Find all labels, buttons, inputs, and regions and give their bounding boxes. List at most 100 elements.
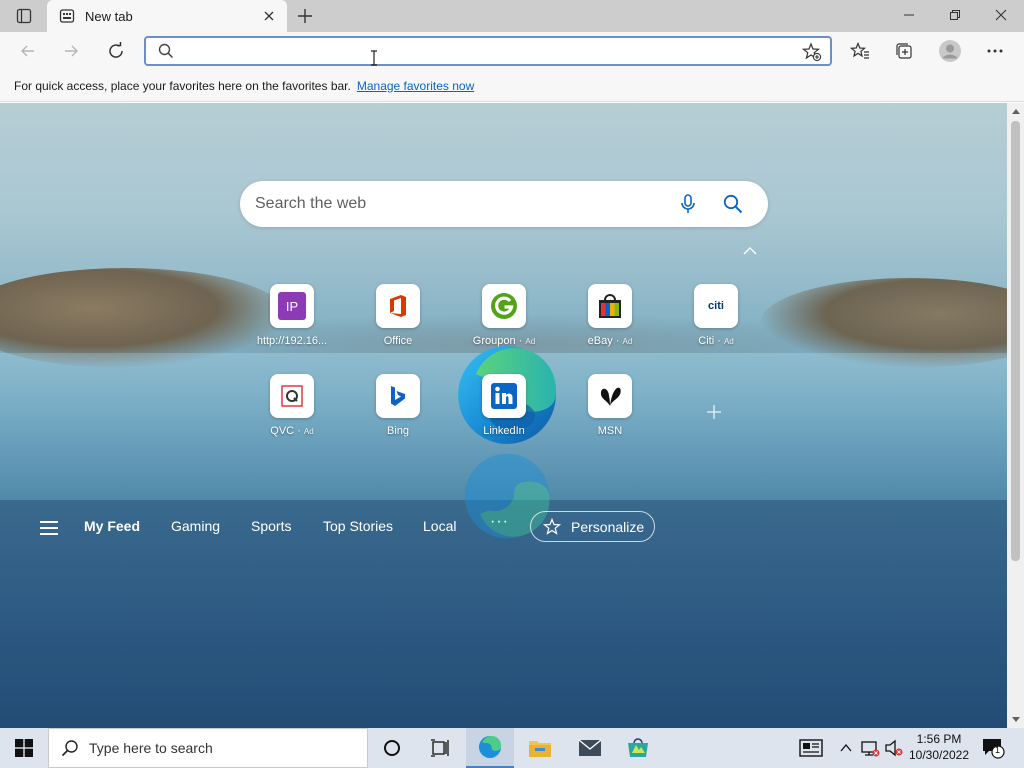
office-icon xyxy=(376,284,420,328)
search-icon xyxy=(723,194,743,214)
taskbar-app-store[interactable] xyxy=(614,728,662,768)
favorites-icon xyxy=(850,41,869,59)
add-quick-link-button[interactable] xyxy=(702,400,726,424)
taskbar-app-file-explorer[interactable] xyxy=(516,728,564,768)
more-horizontal-icon xyxy=(987,49,1003,53)
action-center-button[interactable]: 1 xyxy=(980,736,1006,760)
volume-muted-icon xyxy=(885,739,903,757)
back-button[interactable] xyxy=(13,36,43,66)
title-bar: New tab xyxy=(0,0,1024,32)
address-bar[interactable] xyxy=(144,36,832,66)
volume-button[interactable] xyxy=(884,738,904,758)
close-window-button[interactable] xyxy=(978,0,1024,30)
search-icon xyxy=(158,43,174,59)
personalize-button[interactable]: Personalize xyxy=(530,511,655,542)
tab-actions-button[interactable] xyxy=(10,5,38,27)
address-input[interactable] xyxy=(182,41,782,61)
folder-icon xyxy=(529,741,551,757)
app-icon xyxy=(628,738,648,757)
add-favorite-button[interactable] xyxy=(801,42,822,65)
restore-button[interactable] xyxy=(932,0,978,30)
tray-news-button[interactable] xyxy=(798,738,824,758)
network-status-button[interactable] xyxy=(860,738,880,758)
linkedin-icon xyxy=(482,374,526,418)
menu-button[interactable] xyxy=(40,518,60,538)
arrow-right-icon xyxy=(65,45,78,57)
quick-link-tile[interactable]: Office xyxy=(353,284,443,364)
collapse-quick-links-button[interactable] xyxy=(740,244,760,258)
taskbar-app-mail[interactable] xyxy=(566,728,614,768)
page-scrollbar[interactable] xyxy=(1007,103,1024,728)
quick-link-tile[interactable]: LinkedIn xyxy=(459,374,549,454)
network-icon xyxy=(861,741,880,757)
close-icon xyxy=(995,9,1007,21)
notification-icon xyxy=(983,739,1005,759)
quick-link-tile[interactable]: citi Citi · Ad xyxy=(671,284,761,364)
quick-link-tile[interactable]: IP http://192.16... xyxy=(247,284,337,364)
arrow-down-icon xyxy=(1011,717,1020,722)
quick-link-tile[interactable]: QVC · Ad xyxy=(247,374,337,454)
tab-actions-icon xyxy=(16,8,32,24)
clock-time: 1:56 PM xyxy=(916,732,962,746)
favorites-bar-message: For quick access, place your favorites h… xyxy=(14,78,351,93)
refresh-button[interactable] xyxy=(101,36,131,66)
scroll-up-button[interactable] xyxy=(1007,103,1024,120)
start-button[interactable] xyxy=(0,728,48,768)
arrow-left-icon xyxy=(21,45,34,57)
minimize-icon xyxy=(904,14,914,16)
voice-search-button[interactable] xyxy=(676,192,700,216)
tab-new-tab[interactable]: New tab xyxy=(47,0,287,32)
quick-link-tile[interactable]: Groupon · Ad xyxy=(459,284,549,364)
close-tab-button[interactable] xyxy=(257,4,281,28)
plus-icon xyxy=(298,9,312,23)
web-search-button[interactable] xyxy=(720,191,746,217)
favorites-button[interactable] xyxy=(845,36,875,66)
quick-link-tile[interactable]: Bing xyxy=(353,374,443,454)
star-add-icon xyxy=(801,42,822,62)
collections-button[interactable] xyxy=(889,36,919,66)
feed-tab-top-stories[interactable]: Top Stories xyxy=(323,518,393,534)
minimize-button[interactable] xyxy=(886,0,932,30)
search-icon xyxy=(61,740,78,757)
feed-tab-local[interactable]: Local xyxy=(423,518,456,534)
feed-tab-my-feed[interactable]: My Feed xyxy=(84,518,140,534)
forward-button[interactable] xyxy=(56,36,86,66)
web-search-box[interactable] xyxy=(240,181,768,227)
settings-and-more-button[interactable] xyxy=(980,36,1010,66)
msn-icon xyxy=(588,374,632,418)
cortana-icon xyxy=(384,740,400,756)
taskbar: 1:56 PM 10/30/2022 1 xyxy=(0,728,1024,768)
feed-tab-gaming[interactable]: Gaming xyxy=(171,518,220,534)
taskbar-search-box[interactable] xyxy=(48,728,368,768)
qvc-icon xyxy=(270,374,314,418)
quick-link-tile[interactable]: eBay · Ad xyxy=(565,284,655,364)
groupon-icon xyxy=(482,284,526,328)
chevron-up-icon xyxy=(840,744,852,752)
web-search-input[interactable] xyxy=(255,193,655,215)
taskbar-app-edge[interactable] xyxy=(466,728,514,768)
scrollbar-thumb[interactable] xyxy=(1011,121,1020,561)
restore-icon xyxy=(950,10,960,20)
feed-tab-sports[interactable]: Sports xyxy=(251,518,291,534)
taskbar-search-input[interactable] xyxy=(89,740,339,756)
system-clock[interactable]: 1:56 PM 10/30/2022 xyxy=(904,731,974,763)
refresh-icon xyxy=(109,42,123,58)
profile-button[interactable] xyxy=(935,36,965,66)
quick-link-tile[interactable]: MSN xyxy=(565,374,655,454)
favorites-bar: For quick access, place your favorites h… xyxy=(0,70,1024,102)
task-view-button[interactable] xyxy=(416,728,464,768)
arrow-up-icon xyxy=(1011,109,1020,114)
new-tab-button[interactable] xyxy=(292,4,318,28)
star-edit-icon xyxy=(543,517,561,535)
personalize-label: Personalize xyxy=(571,518,645,535)
news-icon xyxy=(799,739,823,757)
feed-more-button[interactable]: ··· xyxy=(490,513,509,531)
chevron-up-icon xyxy=(743,247,757,255)
citi-icon: citi xyxy=(694,284,738,328)
show-hidden-icons-button[interactable] xyxy=(836,738,856,758)
manage-favorites-link[interactable]: Manage favorites now xyxy=(357,79,474,93)
scroll-down-button[interactable] xyxy=(1007,711,1024,728)
hamburger-icon xyxy=(40,521,58,523)
notification-count: 1 xyxy=(995,745,1001,755)
cortana-button[interactable] xyxy=(368,728,416,768)
